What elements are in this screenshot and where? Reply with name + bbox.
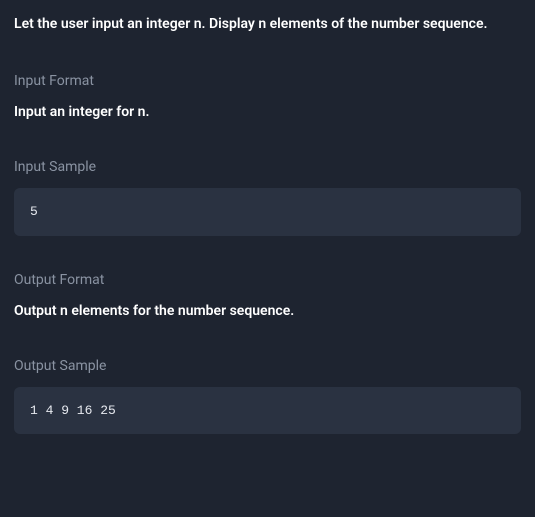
input-sample-label: Input Sample	[14, 157, 521, 178]
output-format-label: Output Format	[14, 270, 521, 291]
problem-statement: Let the user input an integer n. Display…	[14, 14, 521, 35]
input-format-text: Input an integer for n.	[14, 102, 521, 123]
output-sample-block: 1 4 9 16 25	[14, 387, 521, 435]
input-sample-block: 5	[14, 188, 521, 236]
input-format-label: Input Format	[14, 71, 521, 92]
output-sample-label: Output Sample	[14, 356, 521, 377]
output-format-text: Output n elements for the number sequenc…	[14, 301, 521, 322]
